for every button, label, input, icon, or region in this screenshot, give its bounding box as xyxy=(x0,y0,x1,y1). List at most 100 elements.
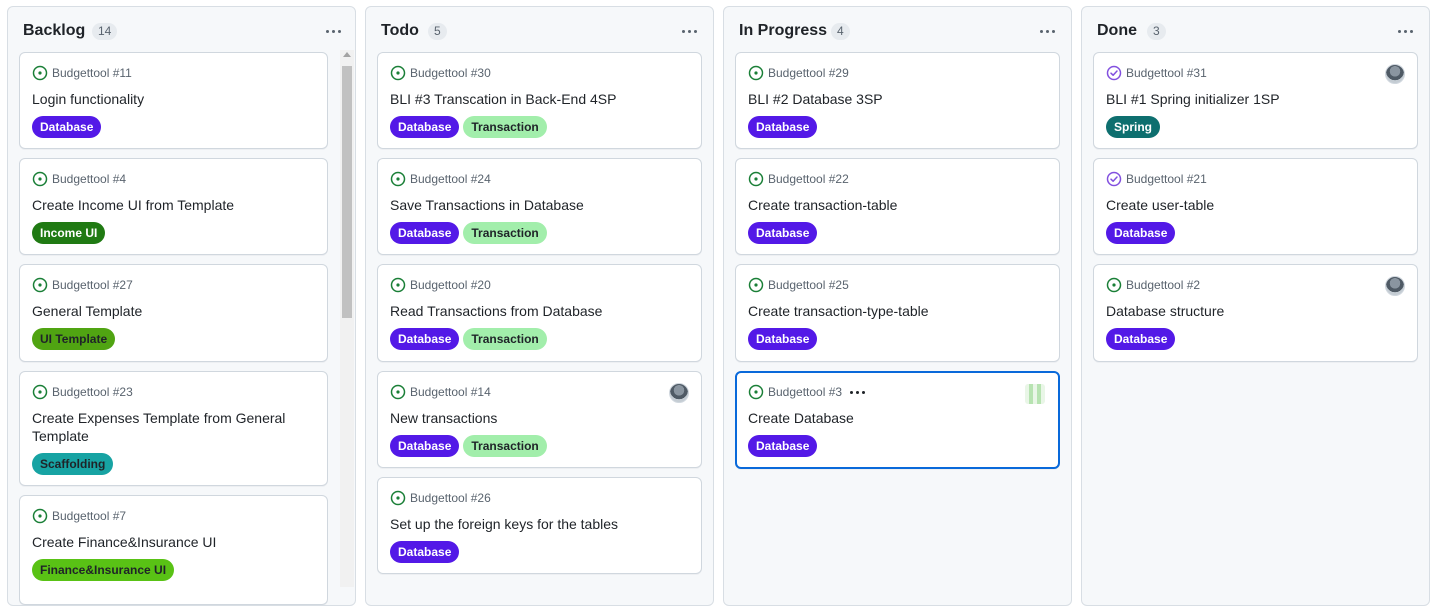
issue-title[interactable]: Login functionality xyxy=(32,90,313,108)
issue-card-selected[interactable]: Budgettool #3 Create Database Database xyxy=(735,371,1060,469)
issue-reference-link[interactable]: Budgettool #31 xyxy=(1126,66,1207,80)
label-transaction[interactable]: Transaction xyxy=(463,328,547,350)
issue-card[interactable]: Budgettool #27 General Template UI Templ… xyxy=(19,264,328,362)
issue-title[interactable]: Save Transactions in Database xyxy=(390,196,687,214)
issue-card[interactable]: Budgettool #22 Create transaction-table … xyxy=(735,158,1060,255)
issue-open-icon xyxy=(390,490,406,506)
label-database[interactable]: Database xyxy=(32,116,102,138)
label-transaction[interactable]: Transaction xyxy=(463,222,547,244)
label-transaction[interactable]: Transaction xyxy=(463,116,547,138)
issue-title[interactable]: Create Income UI from Template xyxy=(32,196,313,214)
issue-title[interactable]: Create Finance&Insurance UI xyxy=(32,533,313,551)
column-backlog: Backlog 14 Budgettool #11 Login function… xyxy=(7,6,356,606)
issue-reference-link[interactable]: Budgettool #4 xyxy=(52,172,126,186)
issue-reference-link[interactable]: Budgettool #11 xyxy=(52,66,132,80)
issue-title[interactable]: BLI #3 Transcation in Back-End 4SP xyxy=(390,90,687,108)
issue-title[interactable]: BLI #1 Spring initializer 1SP xyxy=(1106,90,1403,108)
issue-card[interactable]: Budgettool #11 Login functionality Datab… xyxy=(19,52,328,149)
issue-title[interactable]: Create Expenses Template from General Te… xyxy=(32,409,313,445)
issue-card[interactable]: Budgettool #4 Create Income UI from Temp… xyxy=(19,158,328,255)
assignee-avatar[interactable] xyxy=(1385,64,1405,84)
assignee-avatar[interactable] xyxy=(1385,276,1405,296)
column-options-button[interactable] xyxy=(1393,21,1417,41)
issue-reference-link[interactable]: Budgettool #23 xyxy=(52,385,133,399)
issue-reference-link[interactable]: Budgettool #25 xyxy=(768,278,849,292)
issue-title[interactable]: Create user-table xyxy=(1106,196,1403,214)
card-more-options-icon[interactable] xyxy=(850,384,866,400)
label-database[interactable]: Database xyxy=(390,435,460,457)
issue-reference-link[interactable]: Budgettool #24 xyxy=(410,172,491,186)
issue-card[interactable]: Budgettool #2 Database structure Databas… xyxy=(1093,264,1418,362)
issue-reference-link[interactable]: Budgettool #26 xyxy=(410,491,491,505)
issue-card[interactable]: Budgettool #20 Read Transactions from Da… xyxy=(377,264,702,362)
issue-open-icon xyxy=(32,277,48,293)
issue-reference-link[interactable]: Budgettool #14 xyxy=(410,385,491,399)
label-ui-template[interactable]: UI Template xyxy=(32,328,116,350)
column-count-badge: 3 xyxy=(1147,23,1166,40)
issue-title[interactable]: Create Database xyxy=(748,409,1044,427)
issue-card[interactable]: Budgettool #21 Create user-table Databas… xyxy=(1093,158,1418,255)
label-database[interactable]: Database xyxy=(1106,328,1176,350)
label-transaction[interactable]: Transaction xyxy=(463,435,547,457)
issue-reference-link[interactable]: Budgettool #7 xyxy=(52,509,126,523)
issue-reference-link[interactable]: Budgettool #20 xyxy=(410,278,491,292)
issue-open-icon xyxy=(748,277,764,293)
label-spring[interactable]: Spring xyxy=(1106,116,1160,138)
column-options-button[interactable] xyxy=(1035,21,1059,41)
issue-title[interactable]: Create transaction-type-table xyxy=(748,302,1045,320)
issue-reference-link[interactable]: Budgettool #29 xyxy=(768,66,849,80)
label-database[interactable]: Database xyxy=(748,435,818,457)
scroll-up-arrow-icon[interactable] xyxy=(343,52,351,57)
label-database[interactable]: Database xyxy=(390,222,460,244)
label-scaffolding[interactable]: Scaffolding xyxy=(32,453,114,475)
issue-open-icon xyxy=(32,508,48,524)
issue-reference-link[interactable]: Budgettool #2 xyxy=(1126,278,1200,292)
column-options-button[interactable] xyxy=(677,21,701,41)
label-income-ui[interactable]: Income UI xyxy=(32,222,106,244)
issue-card[interactable]: Budgettool #29 BLI #2 Database 3SP Datab… xyxy=(735,52,1060,149)
scrollbar-thumb[interactable] xyxy=(342,66,352,318)
issue-card[interactable]: Budgettool #23 Create Expenses Template … xyxy=(19,371,328,486)
issue-title[interactable]: Database structure xyxy=(1106,302,1403,320)
column-in-progress: In Progress 4 Budgettool #29 BLI #2 Data… xyxy=(723,6,1072,606)
issue-reference-link[interactable]: Budgettool #21 xyxy=(1126,172,1207,186)
issue-card[interactable]: Budgettool #31 BLI #1 Spring initializer… xyxy=(1093,52,1418,149)
label-database[interactable]: Database xyxy=(390,328,460,350)
issue-card[interactable]: Budgettool #30 BLI #3 Transcation in Bac… xyxy=(377,52,702,149)
column-todo: Todo 5 Budgettool #30 BLI #3 Transcation… xyxy=(365,6,714,606)
issue-card[interactable]: Budgettool #26 Set up the foreign keys f… xyxy=(377,477,702,574)
label-database[interactable]: Database xyxy=(390,541,460,563)
label-database[interactable]: Database xyxy=(748,328,818,350)
issue-title[interactable]: General Template xyxy=(32,302,313,320)
issue-card[interactable]: Budgettool #14 New transactions Database… xyxy=(377,371,702,468)
issue-card[interactable]: Budgettool #25 Create transaction-type-t… xyxy=(735,264,1060,362)
issue-reference-link[interactable]: Budgettool #30 xyxy=(410,66,491,80)
column-count-badge: 5 xyxy=(428,23,447,40)
issue-reference-link[interactable]: Budgettool #3 xyxy=(768,385,842,399)
label-database[interactable]: Database xyxy=(1106,222,1176,244)
column-header: Done 3 xyxy=(1082,7,1429,51)
project-board: Backlog 14 Budgettool #11 Login function… xyxy=(0,0,1442,606)
backlog-scrollbar[interactable] xyxy=(340,50,354,587)
label-database[interactable]: Database xyxy=(748,222,818,244)
issue-title[interactable]: Read Transactions from Database xyxy=(390,302,687,320)
issue-closed-icon xyxy=(1106,65,1122,81)
issue-reference-link[interactable]: Budgettool #27 xyxy=(52,278,133,292)
column-options-button[interactable] xyxy=(321,21,345,41)
column-header: Todo 5 xyxy=(366,7,713,51)
label-database[interactable]: Database xyxy=(390,116,460,138)
issue-open-icon xyxy=(390,171,406,187)
issue-title[interactable]: New transactions xyxy=(390,409,687,427)
issue-open-icon xyxy=(390,384,406,400)
label-finance-insurance-ui[interactable]: Finance&Insurance UI xyxy=(32,559,175,581)
assignee-avatar[interactable] xyxy=(669,383,689,403)
issue-title[interactable]: BLI #2 Database 3SP xyxy=(748,90,1045,108)
issue-reference-link[interactable]: Budgettool #22 xyxy=(768,172,849,186)
label-database[interactable]: Database xyxy=(748,116,818,138)
issue-title[interactable]: Create transaction-table xyxy=(748,196,1045,214)
issue-open-icon xyxy=(32,171,48,187)
issue-card[interactable]: Budgettool #7 Create Finance&Insurance U… xyxy=(19,495,328,605)
issue-title[interactable]: Set up the foreign keys for the tables xyxy=(390,515,687,533)
assignee-avatar[interactable] xyxy=(1025,384,1045,404)
issue-card[interactable]: Budgettool #24 Save Transactions in Data… xyxy=(377,158,702,255)
